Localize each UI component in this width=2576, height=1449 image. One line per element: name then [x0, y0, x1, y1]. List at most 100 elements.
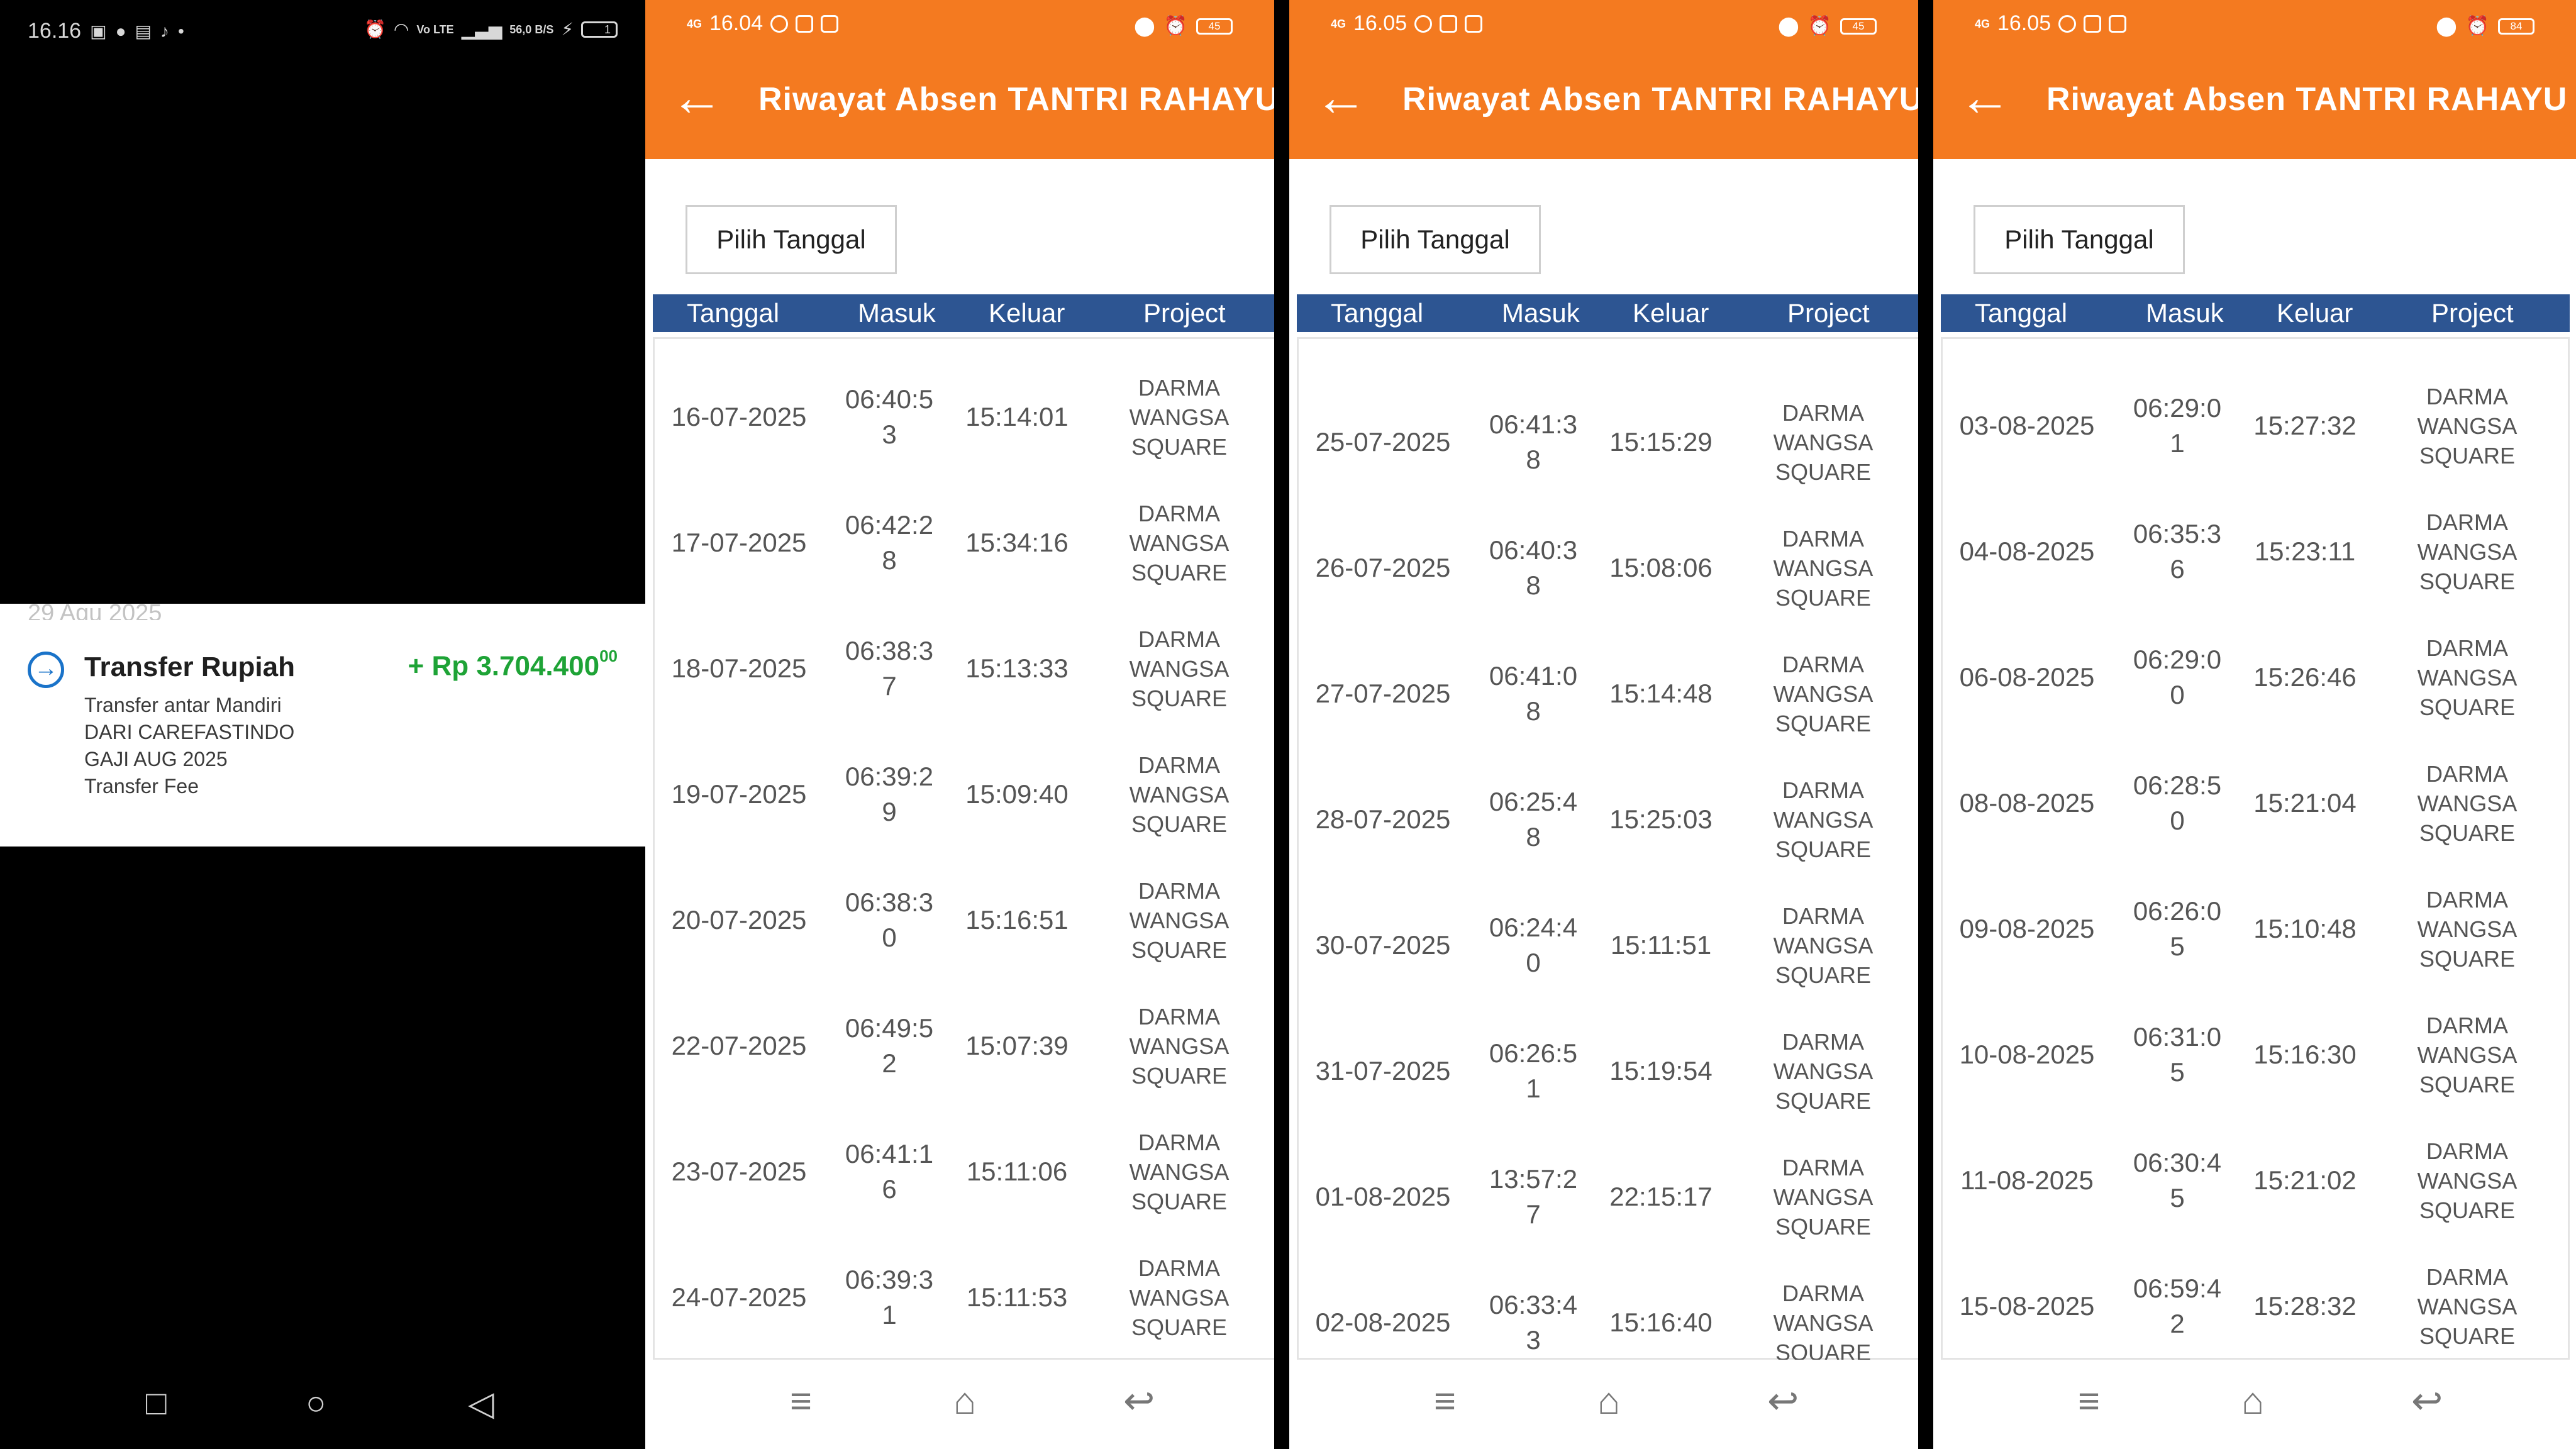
keluar-value: 15:28:32	[2253, 1291, 2357, 1321]
tanggal-value: 17-07-2025	[671, 528, 807, 557]
back-nav-icon[interactable]: ↩	[1767, 1382, 1799, 1420]
cell-project: DARMA WANGSA SQUARE	[1723, 631, 1918, 757]
back-arrow-icon[interactable]: ←	[1958, 70, 2011, 123]
navigation-bar: ≡ ⌂ ↩	[1933, 1360, 2576, 1449]
alarm-icon: ⏰	[2465, 16, 2489, 36]
keluar-value: 15:14:48	[1609, 679, 1713, 708]
tanggal-value: 28-07-2025	[1315, 804, 1451, 834]
whatsapp-icon	[1414, 14, 1433, 33]
cell-masuk: 06:28:50	[2111, 740, 2243, 866]
tanggal-value: 10-08-2025	[1959, 1040, 2095, 1069]
cell-keluar: 15:11:51	[1599, 882, 1723, 1008]
location-icon: ⬤	[2436, 16, 2457, 36]
transfer-icon: →	[28, 652, 64, 688]
back-arrow-icon[interactable]: ←	[1314, 70, 1367, 123]
back-nav-icon[interactable]: ◁	[468, 1384, 494, 1423]
tanggal-value: 04-08-2025	[1959, 536, 2095, 566]
pilih-tanggal-button[interactable]: Pilih Tanggal	[686, 205, 897, 274]
keluar-value: 15:16:40	[1609, 1307, 1713, 1337]
pilih-tanggal-button[interactable]: Pilih Tanggal	[1330, 205, 1541, 274]
cell-tanggal: 23-07-2025	[655, 1109, 823, 1235]
cell-tanggal: 06-08-2025	[1943, 614, 2111, 740]
recent-apps-icon[interactable]: □	[146, 1384, 167, 1423]
app-header: 4G 16.05 ⬤ ⏰ 45 ← Riwayat Absen TANTRI R…	[1289, 0, 1918, 159]
transaction-amount: + Rp 3.704.40000	[408, 647, 618, 682]
tanggal-value: 01-08-2025	[1315, 1182, 1451, 1211]
table-row: 24-07-2025 06:39:31 15:11:53 DARMA WANGSA S…	[655, 1235, 1274, 1360]
cell-keluar: 15:28:32	[2243, 1243, 2367, 1369]
table-header: Tanggal Masuk Keluar Project	[1941, 294, 2570, 332]
pilih-tanggal-button[interactable]: Pilih Tanggal	[1974, 205, 2185, 274]
tanggal-value: 24-07-2025	[671, 1282, 807, 1312]
cell-keluar: 15:14:48	[1599, 631, 1723, 757]
cell-masuk: 06:40:53	[823, 354, 955, 480]
cell-project: DARMA WANGSA SQUARE	[1079, 983, 1274, 1109]
attendance-table[interactable]: 03-08-2025 06:29:01 15:27:32 DARMA WANGSA S…	[1941, 337, 2570, 1360]
keluar-value: 15:08:06	[1609, 553, 1713, 582]
menu-icon[interactable]: ≡	[2078, 1382, 2100, 1420]
table-row: 18-07-2025 06:38:37 15:13:33 DARMA WANGSA S…	[655, 606, 1274, 731]
keluar-value: 15:07:39	[965, 1031, 1069, 1060]
masuk-value: 06:39:31	[845, 1265, 934, 1330]
status-time: 16.16	[28, 19, 82, 43]
cell-tanggal: 19-07-2025	[655, 731, 823, 857]
masuk-value: 06:40:53	[845, 384, 934, 449]
cell-masuk: 06:41:38	[1467, 379, 1599, 505]
cell-keluar: 15:10:48	[2243, 866, 2367, 992]
cell-masuk: 06:26:51	[1467, 1008, 1599, 1134]
cell-keluar: 15:14:01	[955, 354, 1079, 480]
cell-project: DARMA WANGSA SQUARE	[2367, 1118, 2568, 1243]
lte-label: Vo LTE	[416, 23, 454, 36]
transaction-card[interactable]: 29 Agu 2025 → Transfer Rupiah + Rp 3.704…	[0, 600, 645, 847]
tanggal-value: 03-08-2025	[1959, 411, 2095, 440]
back-nav-icon[interactable]: ↩	[2411, 1382, 2443, 1420]
keluar-value: 15:25:03	[1609, 804, 1713, 834]
table-row: 09-08-2025 06:26:05 15:10:48 DARMA WANGSA S…	[1943, 866, 2568, 992]
mail-icon	[1465, 14, 1483, 33]
home-icon[interactable]: ⌂	[953, 1382, 976, 1420]
facebook-icon	[796, 14, 814, 33]
facebook-icon	[2084, 14, 2102, 33]
masuk-value: 06:41:08	[1489, 661, 1578, 726]
cell-masuk: 13:57:27	[1467, 1134, 1599, 1260]
masuk-value: 06:38:37	[845, 636, 934, 701]
keluar-value: 22:15:17	[1609, 1182, 1713, 1211]
attendance-screen-1: 4G 16.04 ⬤ ⏰ 45 ← Riwayat Absen TANTRI R…	[645, 0, 1274, 1449]
header-keluar: Keluar	[989, 298, 1065, 328]
home-icon[interactable]: ○	[306, 1384, 326, 1423]
transaction-title: Transfer Rupiah	[84, 652, 295, 682]
cell-project: DARMA WANGSA SQUARE	[2367, 614, 2568, 740]
table-row: 25-07-2025 06:41:38 15:15:29 DARMA WANGSA S…	[1299, 379, 1918, 505]
cell-masuk: 06:38:37	[823, 606, 955, 731]
cell-masuk: 06:40:38	[1467, 505, 1599, 631]
menu-icon[interactable]: ≡	[790, 1382, 812, 1420]
battery-indicator: 45	[1196, 18, 1233, 35]
cell-project: DARMA WANGSA SQUARE	[2367, 489, 2568, 614]
home-icon[interactable]: ⌂	[2241, 1382, 2264, 1420]
network-label: 4G	[1975, 17, 1990, 30]
back-nav-icon[interactable]: ↩	[1123, 1382, 1155, 1420]
tanggal-value: 06-08-2025	[1959, 662, 2095, 692]
table-header: Tanggal Masuk Keluar Project	[1297, 294, 1918, 332]
keluar-value: 15:16:51	[965, 905, 1069, 935]
tanggal-value: 16-07-2025	[671, 402, 807, 431]
home-icon[interactable]: ⌂	[1597, 1382, 1620, 1420]
table-row: 01-08-2025 13:57:27 22:15:17 DARMA WANGSA S…	[1299, 1134, 1918, 1260]
cell-keluar: 15:21:02	[2243, 1118, 2367, 1243]
tanggal-value: 09-08-2025	[1959, 914, 2095, 943]
cell-project: DARMA WANGSA SQUARE	[2367, 363, 2568, 489]
cell-tanggal: 04-08-2025	[1943, 489, 2111, 614]
project-value: DARMA WANGSA SQUARE	[1129, 500, 1230, 586]
status-time: 16.04	[709, 11, 763, 35]
attendance-table[interactable]: 16-07-2025 06:40:53 15:14:01 DARMA WANGSA S…	[653, 337, 1274, 1360]
cell-tanggal: 27-07-2025	[1299, 631, 1467, 757]
project-value: DARMA WANGSA SQUARE	[1129, 626, 1230, 711]
back-arrow-icon[interactable]: ←	[670, 70, 723, 123]
attendance-table[interactable]: 25-07-2025 06:41:38 15:15:29 DARMA WANGSA S…	[1297, 337, 1918, 1365]
keluar-value: 15:09:40	[965, 779, 1069, 809]
project-value: DARMA WANGSA SQUARE	[1773, 1028, 1874, 1114]
menu-icon[interactable]: ≡	[1434, 1382, 1456, 1420]
attendance-screen-3: 4G 16.05 ⬤ ⏰ 84 ← Riwayat Absen TANTRI R…	[1933, 0, 2576, 1449]
app-header: 4G 16.05 ⬤ ⏰ 84 ← Riwayat Absen TANTRI R…	[1933, 0, 2576, 159]
cell-tanggal: 01-08-2025	[1299, 1134, 1467, 1260]
